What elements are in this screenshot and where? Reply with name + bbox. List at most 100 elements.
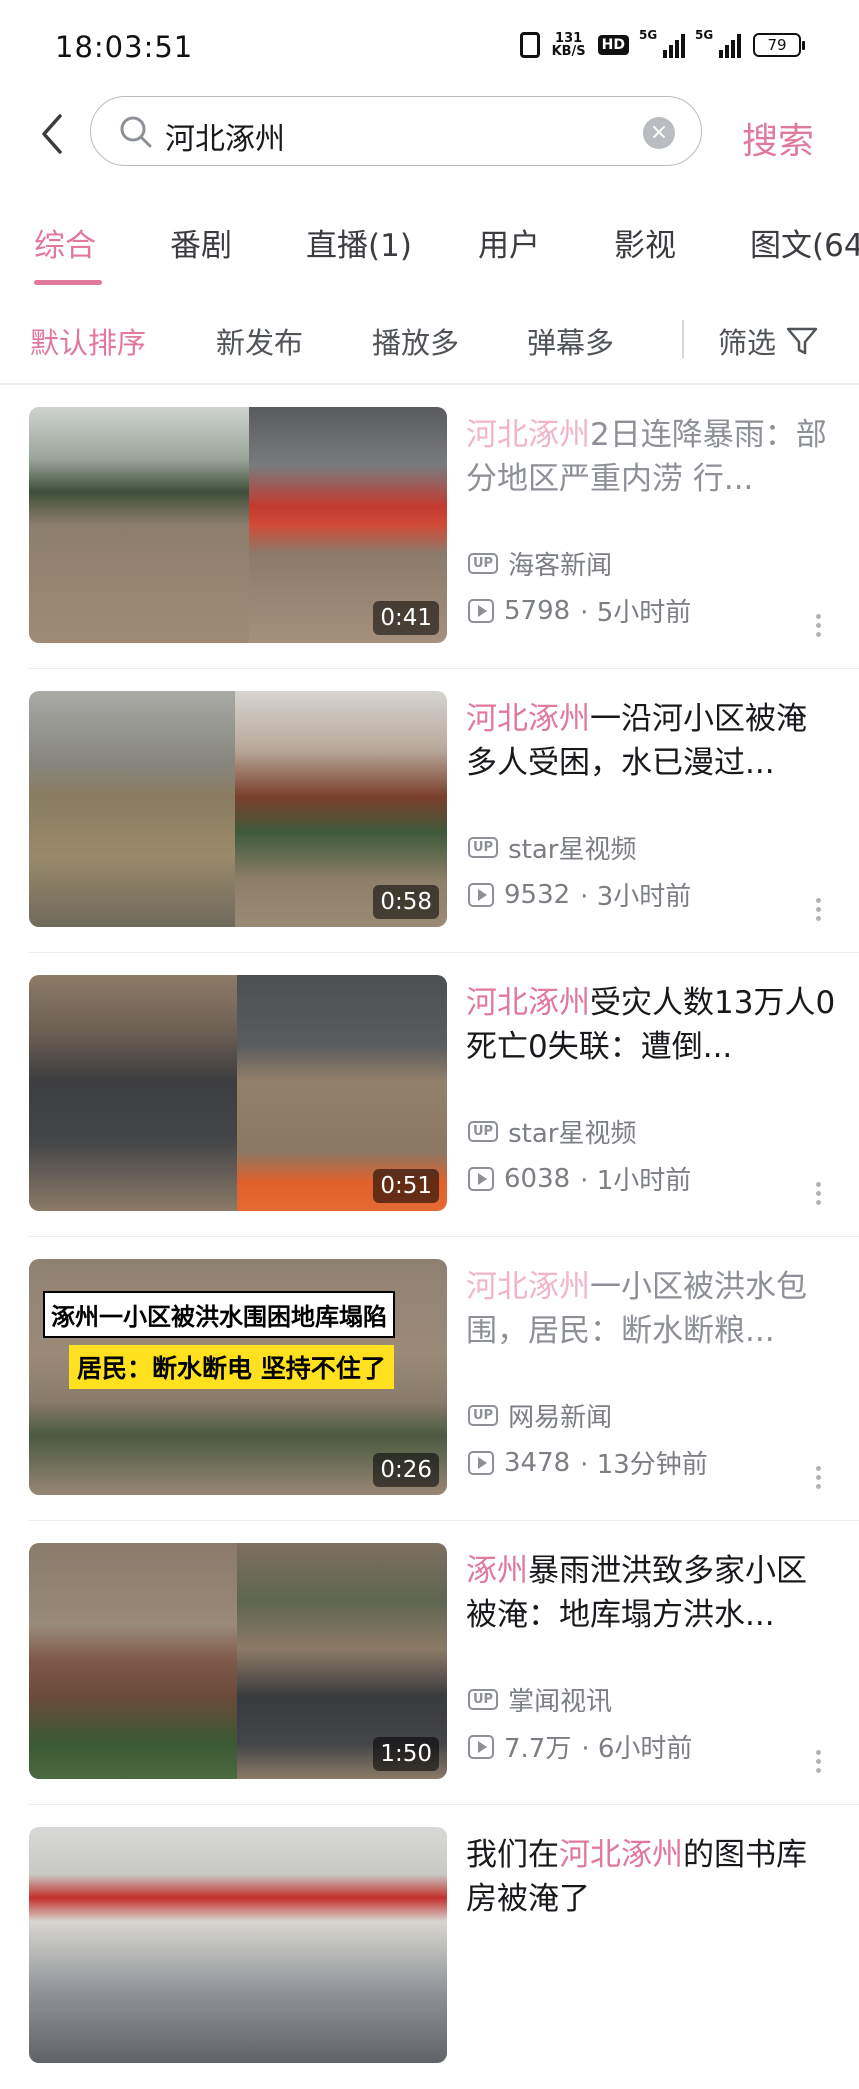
filter-label: 筛选 — [718, 326, 777, 360]
play-count-icon — [468, 882, 494, 907]
sort-most-danmaku[interactable]: 弹幕多 — [527, 320, 614, 362]
publish-time: · 5小时前 — [580, 598, 692, 628]
video-title[interactable]: 河北涿州一小区被洪水包围，居民：断水断粮... — [466, 1265, 836, 1353]
video-thumbnail[interactable]: 0:51 — [29, 975, 447, 1211]
list-item[interactable]: 0:58 河北涿州一沿河小区被淹多人受困，水已漫过... UP star星视频 9… — [0, 669, 859, 953]
more-icon[interactable] — [816, 1746, 824, 1777]
view-count: 6038 — [504, 1163, 571, 1194]
sort-bar: 默认排序 新发布 播放多 弹幕多 筛选 — [0, 310, 859, 370]
signal-icon-2: 5G — [695, 28, 741, 58]
sort-default[interactable]: 默认排序 — [30, 320, 146, 362]
publish-time: · 6小时前 — [581, 1734, 693, 1764]
thumbnail-caption-2: 居民：断水断电 坚持不住了 — [69, 1345, 394, 1389]
video-title[interactable]: 河北涿州2日连降暴雨：部分地区严重内涝 行... — [466, 413, 836, 501]
publish-time: · 1小时前 — [580, 1166, 692, 1196]
tab-articles[interactable]: 图文(64 — [750, 220, 859, 265]
video-duration: 1:50 — [373, 1737, 439, 1771]
sort-newest[interactable]: 新发布 — [216, 320, 303, 362]
play-count-icon — [468, 1734, 494, 1759]
video-title[interactable]: 涿州暴雨泄洪致多家小区被淹：地库塌方洪水... — [466, 1549, 836, 1637]
list-item[interactable]: 0:51 河北涿州受灾人数13万人0死亡0失联：遭倒... UP star星视频 … — [0, 953, 859, 1237]
stats-row: 6038 · 1小时前 — [468, 1160, 691, 1197]
more-icon[interactable] — [816, 894, 824, 925]
net-speed-unit: KB/S — [551, 44, 586, 59]
sort-divider — [682, 320, 684, 358]
search-button[interactable]: 搜索 — [742, 112, 814, 164]
signal-icon-1: 5G — [639, 28, 685, 58]
more-icon[interactable] — [816, 1178, 824, 1209]
result-tabs: 综合 番剧 直播(1) 用户 影视 图文(64 — [0, 210, 859, 290]
publish-time: · 3小时前 — [580, 882, 692, 912]
uploader-row[interactable]: UP 海客新闻 — [468, 545, 612, 582]
uploader-name: star星视频 — [508, 1119, 637, 1149]
uploader-row[interactable]: UP 网易新闻 — [468, 1397, 612, 1434]
video-title[interactable]: 河北涿州一沿河小区被淹多人受困，水已漫过... — [466, 697, 836, 785]
video-thumbnail[interactable]: 1:50 — [29, 1543, 447, 1779]
view-count: 9532 — [504, 879, 571, 910]
uploader-row[interactable]: UP star星视频 — [468, 1113, 636, 1150]
uploader-row[interactable]: UP 掌闻视讯 — [468, 1681, 612, 1718]
play-count-icon — [468, 598, 494, 623]
list-item[interactable]: 0:41 河北涿州2日连降暴雨：部分地区严重内涝 行... UP 海客新闻 579… — [0, 385, 859, 669]
filter-button[interactable]: 筛选 — [718, 320, 818, 362]
search-icon — [120, 116, 152, 148]
view-count: 7.7万 — [504, 1734, 572, 1764]
list-item[interactable]: 我们在河北涿州的图书库房被淹了 — [0, 1805, 859, 2089]
filter-icon — [786, 327, 818, 355]
tab-all[interactable]: 综合 — [34, 220, 96, 265]
video-thumbnail[interactable] — [29, 1827, 447, 2063]
video-duration: 0:58 — [373, 885, 439, 919]
signal-label-1: 5G — [639, 28, 658, 42]
video-thumbnail[interactable]: 涿州一小区被洪水围困地库塌陷 居民：断水断电 坚持不住了 0:26 — [29, 1259, 447, 1495]
uploader-name: 网易新闻 — [508, 1403, 613, 1433]
more-icon[interactable] — [816, 610, 824, 641]
video-thumbnail[interactable]: 0:41 — [29, 407, 447, 643]
list-item[interactable]: 涿州一小区被洪水围困地库塌陷 居民：断水断电 坚持不住了 0:26 河北涿州一小… — [0, 1237, 859, 1521]
tab-users[interactable]: 用户 — [478, 220, 540, 265]
battery-icon: 79 — [753, 33, 805, 57]
tab-bangumi[interactable]: 番剧 — [170, 220, 232, 265]
tab-live[interactable]: 直播(1) — [306, 220, 412, 265]
video-duration: 0:51 — [373, 1169, 439, 1203]
tab-film[interactable]: 影视 — [614, 220, 676, 265]
title-highlight: 河北涿州 — [466, 1269, 590, 1305]
thumbnail-caption-1: 涿州一小区被洪水围困地库塌陷 — [43, 1291, 395, 1338]
search-input[interactable]: 河北涿州 × — [90, 96, 702, 166]
list-item[interactable]: 1:50 涿州暴雨泄洪致多家小区被淹：地库塌方洪水... UP 掌闻视讯 7.7万… — [0, 1521, 859, 1805]
title-highlight: 河北涿州 — [466, 985, 590, 1021]
play-count-icon — [468, 1166, 494, 1191]
search-query[interactable]: 河北涿州 — [165, 114, 285, 158]
up-icon: UP — [468, 1405, 499, 1426]
stats-row: 5798 · 5小时前 — [468, 592, 691, 629]
uploader-name: 海客新闻 — [508, 551, 613, 581]
up-icon: UP — [468, 837, 499, 858]
video-duration: 0:41 — [373, 601, 439, 635]
view-count: 3478 — [504, 1447, 571, 1478]
net-speed: 131 KB/S — [552, 32, 586, 58]
up-icon: UP — [468, 553, 499, 574]
title-highlight: 河北涿州 — [466, 701, 590, 737]
video-thumbnail[interactable]: 0:58 — [29, 691, 447, 927]
back-arrow-icon[interactable] — [38, 112, 68, 156]
stats-row: 9532 · 3小时前 — [468, 876, 691, 913]
title-prefix: 我们在 — [466, 1837, 559, 1873]
up-icon: UP — [468, 1689, 499, 1710]
video-title[interactable]: 我们在河北涿州的图书库房被淹了 — [466, 1833, 836, 1921]
video-duration: 0:26 — [373, 1453, 439, 1487]
uploader-row[interactable]: UP star星视频 — [468, 829, 636, 866]
stats-row: 7.7万 · 6小时前 — [468, 1728, 692, 1765]
publish-time: · 13分钟前 — [580, 1450, 708, 1480]
search-bar: 河北涿州 × 搜索 — [0, 96, 859, 176]
stats-row: 3478 · 13分钟前 — [468, 1444, 708, 1481]
play-count-icon — [468, 1450, 494, 1475]
title-highlight: 涿州 — [466, 1553, 528, 1589]
video-title[interactable]: 河北涿州受灾人数13万人0死亡0失联：遭倒... — [466, 981, 836, 1069]
clear-icon[interactable]: × — [643, 117, 675, 149]
clock: 18:03:51 — [55, 30, 194, 64]
title-highlight: 河北涿州 — [559, 1837, 683, 1873]
up-icon: UP — [468, 1121, 499, 1142]
uploader-name: star星视频 — [508, 835, 637, 865]
sort-most-played[interactable]: 播放多 — [372, 320, 459, 362]
hd-icon: HD — [597, 35, 629, 55]
more-icon[interactable] — [816, 1462, 824, 1493]
